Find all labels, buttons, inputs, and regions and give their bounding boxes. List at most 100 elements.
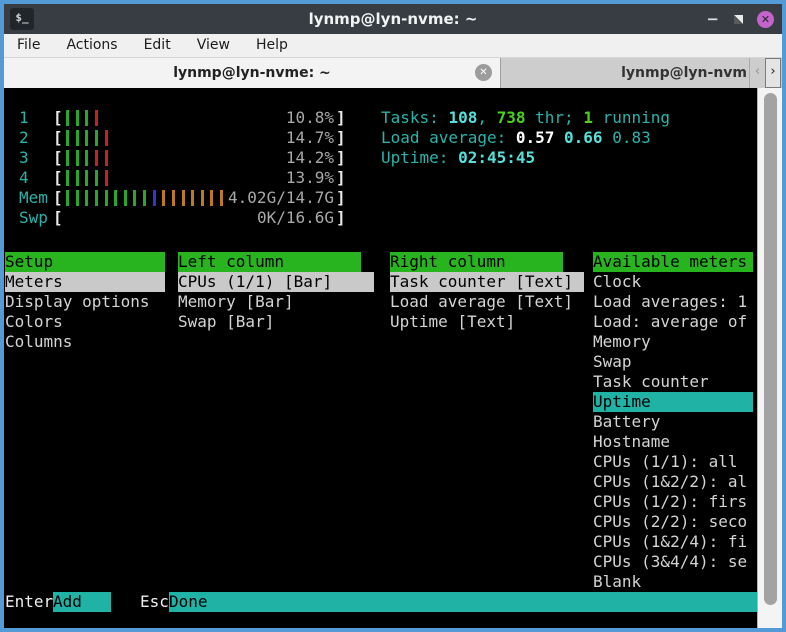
list-item[interactable]: Task counter [Text] [390, 272, 584, 292]
text-segment: 738 [497, 108, 526, 127]
list-item[interactable]: Load average [Text] [390, 292, 584, 312]
action-add[interactable]: Add [53, 592, 111, 612]
window-controls: − ✕ [706, 4, 774, 34]
text-segment: 0.66 [564, 128, 612, 147]
tab-close-icon[interactable]: ✕ [475, 64, 492, 81]
meter-value: 13.9% [286, 168, 334, 188]
panel-header: Available meters [593, 252, 753, 272]
list-item[interactable]: CPUs (1&2/2): al [593, 472, 753, 492]
tabbar: lynmp@lyn-nvme: ~ ✕ lynmp@lyn-nvm ‹ › [4, 58, 782, 88]
list-item[interactable]: Task counter [593, 372, 753, 392]
list-item[interactable]: CPUs (1/1) [Bar] [178, 272, 374, 292]
meter-bar-tick [105, 190, 108, 206]
meter-bar-tick [76, 190, 79, 206]
meter-bar-tick [66, 170, 69, 186]
meter-bar-tick [105, 170, 108, 186]
meter-row-swp: Swp[0K/16.6G] [5, 208, 365, 228]
menubar: FileActionsEditViewHelp [4, 34, 782, 58]
meter-bar-tick [76, 110, 79, 126]
list-item[interactable]: Memory [Bar] [178, 292, 374, 312]
text-segment: Uptime: [381, 148, 458, 167]
meter-bracket-open: [ [53, 208, 63, 228]
list-item[interactable]: Blank [593, 572, 753, 592]
list-item[interactable]: CPUs (1&2/4): fi [593, 532, 753, 552]
scrollbar-track[interactable] [757, 88, 782, 628]
meter-bar-tick [210, 190, 213, 206]
list-item[interactable]: Memory [593, 332, 753, 352]
menu-item-file[interactable]: File [4, 34, 53, 57]
menu-item-actions[interactable]: Actions [53, 34, 130, 57]
meter-bar-tick [124, 190, 127, 206]
key-esc[interactable]: Esc [140, 592, 169, 612]
minimize-button-icon[interactable]: − [706, 4, 719, 34]
meter-bar-tick [95, 150, 98, 166]
meter-bar-tick [66, 130, 69, 146]
list-item[interactable]: Display options [5, 292, 165, 312]
meter-bar-tick [85, 170, 88, 186]
restore-button-icon[interactable] [731, 12, 745, 26]
list-item[interactable]: CPUs (3&4/4): se [593, 552, 753, 572]
meter-bar-tick [105, 130, 108, 146]
list-item[interactable]: Swap [Bar] [178, 312, 374, 332]
close-button-icon[interactable]: ✕ [757, 11, 774, 28]
list-item[interactable]: Clock [593, 272, 753, 292]
meter-row-mem: Mem[4.02G/14.7G] [5, 188, 365, 208]
list-item[interactable]: Load: average of [593, 312, 753, 332]
list-item[interactable]: CPUs (1/1): all [593, 452, 753, 472]
panel-header: Left column [178, 252, 361, 272]
text-segment: Load average: [381, 128, 516, 147]
meter-bar-area: 0K/16.6G [63, 208, 336, 228]
meter-bar-tick [105, 150, 108, 166]
list-item[interactable]: Load averages: 1 [593, 292, 753, 312]
list-item[interactable]: Columns [5, 332, 165, 352]
tab-active[interactable]: lynmp@lyn-nvme: ~ ✕ [4, 58, 501, 88]
terminal-screen[interactable]: 1[10.8%]2[14.7%]3[14.2%]4[13.9%]Mem[4.02… [4, 88, 782, 628]
list-item[interactable]: CPUs (1/2): firs [593, 492, 753, 512]
tab-scroll-right-icon[interactable]: › [765, 58, 781, 88]
tab-inactive[interactable]: lynmp@lyn-nvm [501, 58, 750, 88]
meter-bracket-close: ] [336, 188, 346, 208]
meter-bar-tick [143, 190, 146, 206]
function-bar: EnterAdd EscDone [4, 592, 757, 612]
tab-scroll-left-icon[interactable]: ‹ [750, 58, 765, 88]
list-item[interactable]: Colors [5, 312, 165, 332]
meter-bar-tick [95, 110, 98, 126]
meter-bracket-close: ] [336, 108, 346, 128]
meter-bar-tick [95, 130, 98, 146]
list-item[interactable]: Uptime [593, 392, 753, 412]
setup-panel-1: Left columnCPUs (1/1) [Bar]Memory [Bar]S… [178, 252, 374, 332]
meter-row-4: 4[13.9%] [5, 168, 365, 188]
scrollbar-thumb[interactable] [764, 93, 777, 605]
menu-item-help[interactable]: Help [243, 34, 301, 57]
key-enter[interactable]: Enter [5, 592, 53, 612]
panel-header: Right column [390, 252, 563, 272]
meter-bar-tick [95, 170, 98, 186]
meter-bar-area: 4.02G/14.7G [63, 188, 336, 208]
list-item[interactable]: Meters [5, 272, 165, 292]
meter-bracket-open: [ [53, 148, 63, 168]
meter-bracket-close: ] [336, 128, 346, 148]
setup-panel-3: Available metersClockLoad averages: 1Loa… [593, 252, 753, 592]
list-item[interactable]: CPUs (2/2): seco [593, 512, 753, 532]
menu-item-view[interactable]: View [184, 34, 243, 57]
terminal-app-icon: $_ [10, 8, 34, 30]
tab-scroll-buttons: ‹ › [750, 58, 781, 88]
meter-bar-tick [182, 190, 185, 206]
meter-bar-tick [95, 190, 98, 206]
meter-bar-tick [85, 150, 88, 166]
list-item[interactable]: Uptime [Text] [390, 312, 584, 332]
text-segment: 02:45:45 [458, 148, 535, 167]
meter-bar-area: 13.9% [63, 168, 336, 188]
list-item[interactable]: Battery [593, 412, 753, 432]
meter-value: 4.02G/14.7G [228, 188, 334, 208]
meter-bar-tick [76, 130, 79, 146]
text-segment: 1 [583, 108, 593, 127]
meter-bracket-open: [ [53, 188, 63, 208]
info-line: Load average: 0.57 0.66 0.83 [381, 128, 651, 148]
menu-item-edit[interactable]: Edit [131, 34, 184, 57]
list-item[interactable]: Hostname [593, 432, 753, 452]
meter-bar-tick [85, 130, 88, 146]
action-done[interactable]: Done [169, 592, 757, 612]
meter-bracket-open: [ [53, 168, 63, 188]
list-item[interactable]: Swap [593, 352, 753, 372]
